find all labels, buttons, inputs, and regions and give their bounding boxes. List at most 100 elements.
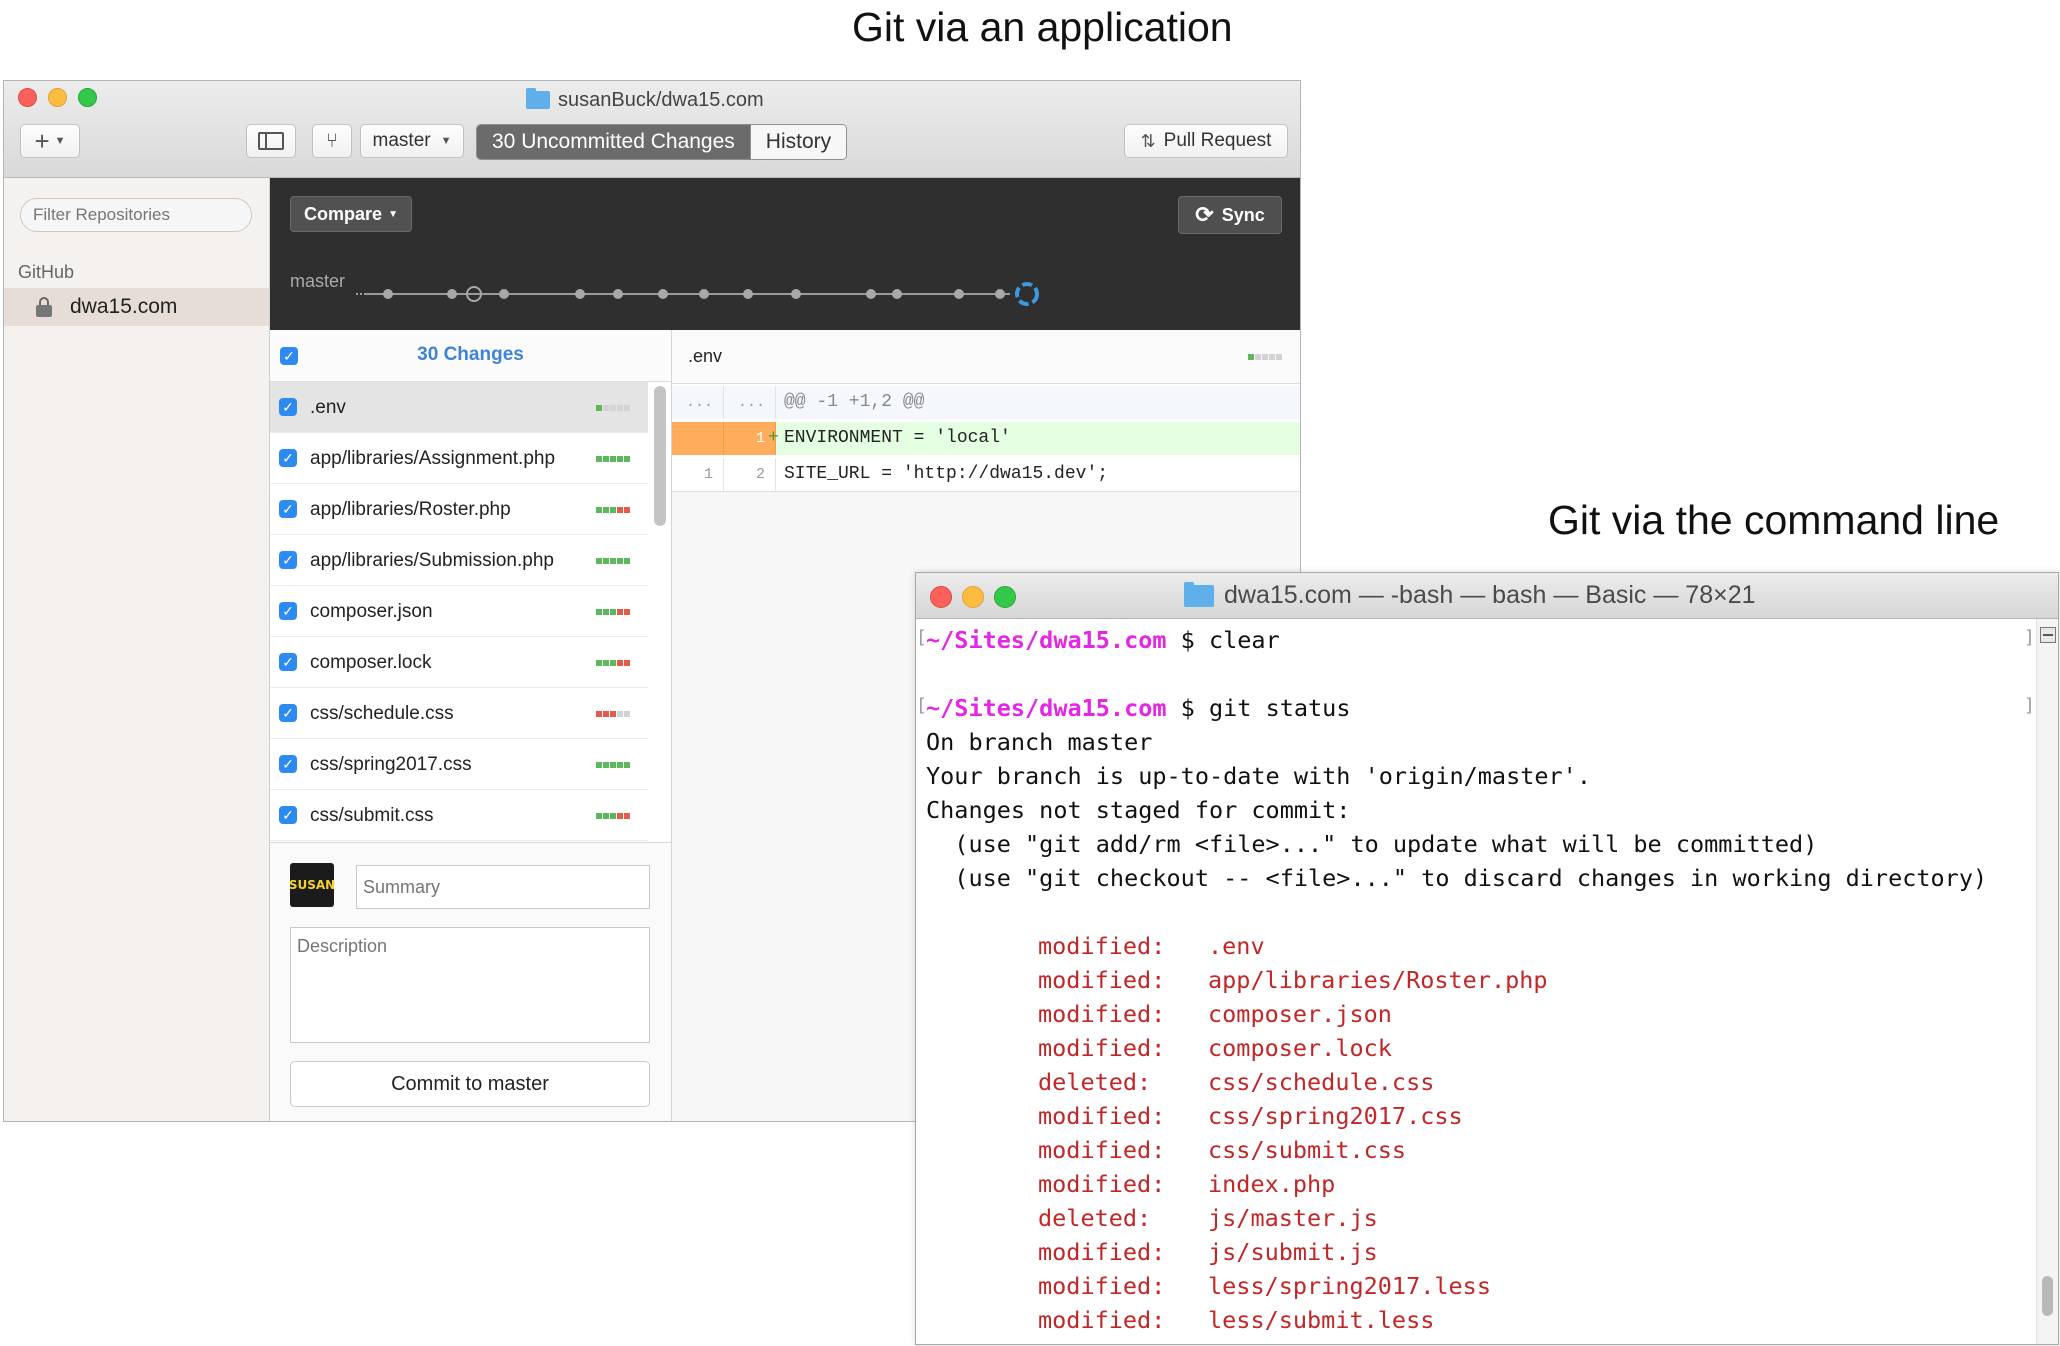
uncommitted-node-icon [1015,282,1039,306]
folder-icon [1184,581,1214,607]
file-checkbox[interactable]: ✓ [279,653,297,671]
commit-dot[interactable] [658,289,668,299]
diff-filename: .env [688,346,723,366]
change-file: composer.lock [1208,1034,1392,1062]
file-checkbox[interactable]: ✓ [279,755,297,773]
timeline-branch-label: master [290,271,346,291]
branch-panel: Compare ▼ ⟳ Sync master [270,178,1300,330]
sync-button[interactable]: ⟳ Sync [1178,196,1282,234]
file-name: composer.json [310,601,433,622]
status-line: deleted: css/schedule.css [926,1065,1434,1099]
commit-dot[interactable] [743,289,753,299]
change-file: css/schedule.css [1208,1068,1435,1096]
commit-dot[interactable] [447,289,457,299]
file-checkbox[interactable]: ✓ [279,551,297,569]
change-file: less/spring2017.less [1208,1272,1491,1300]
output-line: Changes not staged for commit: [926,796,1351,824]
close-window-button[interactable] [18,88,37,107]
file-row[interactable]: ✓ css/spring2017.css [270,739,648,790]
status-line: modified: composer.lock [926,1031,1392,1065]
status-line: modified: less/submit.less [926,1303,1434,1337]
file-row[interactable]: ✓ composer.lock [270,637,648,688]
close-window-button[interactable] [930,586,952,608]
output-line: (use "git checkout -- <file>..." to disc… [926,864,1988,892]
terminal-scrollbar[interactable] [2036,619,2058,1344]
change-file: js/submit.js [1208,1238,1378,1266]
folder-icon [526,88,550,109]
compare-button[interactable]: Compare ▼ [290,196,412,232]
diff-line: 1 + ENVIRONMENT = 'local' [672,422,1300,455]
pull-request-button[interactable]: ⇅ Pull Request [1124,124,1288,158]
commit-dot[interactable] [699,289,709,299]
output-line: (use "git add/rm <file>..." to update wh… [926,830,1818,858]
terminal-window: dwa15.com — -bash — bash — Basic — 78×21… [915,572,2059,1345]
file-checkbox[interactable]: ✓ [279,398,297,416]
diff-code: @@ -1 +1,2 @@ [784,392,925,412]
diff-header: .env [672,330,1300,384]
status-line: modified: css/spring2017.css [926,1099,1463,1133]
zoom-window-button[interactable] [994,586,1016,608]
window-title-text: susanBuck/dwa15.com [558,88,764,111]
terminal-title-text: dwa15.com — -bash — bash — Basic — 78×21 [1224,581,1756,609]
mark-bracket: ] [2024,695,2035,716]
prompt-line: ~/Sites/dwa15.com $ git status [926,691,1350,725]
commit-dot[interactable] [995,289,1005,299]
change-status: deleted: [1038,1204,1152,1232]
change-file: css/submit.css [1208,1136,1407,1164]
change-status: modified: [1038,1238,1166,1266]
file-row[interactable]: ✓ css/schedule.css [270,688,648,739]
change-file: index.php [1208,1170,1336,1198]
minimize-window-button[interactable] [48,88,67,107]
create-branch-button[interactable]: ⑂ [312,124,352,158]
status-line: modified: composer.json [926,997,1392,1031]
file-checkbox[interactable]: ✓ [279,704,297,722]
zoom-window-button[interactable] [78,88,97,107]
file-name: css/submit.css [310,805,434,826]
tab-history[interactable]: History [749,125,847,159]
file-row[interactable]: ✓ app/libraries/Submission.php [270,535,648,586]
split-pane-icon[interactable] [2040,627,2056,643]
branch-selector[interactable]: master ▼ [360,124,464,158]
terminal-output[interactable]: ~/Sites/dwa15.com $ clear[] ~/Sites/dwa15… [916,619,2036,1344]
commit-dot[interactable] [866,289,876,299]
commit-dot[interactable] [499,289,509,299]
changes-header: ✓ 30 Changes [270,330,671,382]
commit-dot[interactable] [383,289,393,299]
filter-repositories-input[interactable] [20,198,252,232]
sidebar-section-github: GitHub [18,262,75,282]
commit-summary-input[interactable] [356,865,650,909]
file-row[interactable]: ✓ composer.json [270,586,648,637]
file-row[interactable]: ✓ app/libraries/Roster.php [270,484,648,535]
diff-stat-icon [596,711,630,717]
file-checkbox[interactable]: ✓ [279,500,297,518]
sidebar-item-dwa15[interactable]: dwa15.com [4,288,269,326]
diff-line: ...... @@ -1 +1,2 @@ [672,386,1300,419]
change-status: modified: [1038,1000,1166,1028]
status-line: modified: .env [926,929,1265,963]
file-row[interactable]: ✓ .env [270,382,648,433]
commit-dot[interactable] [613,289,623,299]
file-list-scrollbar[interactable] [654,386,666,526]
tab-uncommitted-changes[interactable]: 30 Uncommitted Changes [477,125,750,159]
commit-dot[interactable] [791,289,801,299]
commit-dot[interactable] [892,289,902,299]
change-status: modified: [1038,1170,1166,1198]
pull-request-icon: ⇅ [1140,130,1156,151]
commit-dot[interactable] [954,289,964,299]
commit-button[interactable]: Commit to master [290,1061,650,1107]
toggle-sidebar-button[interactable] [246,124,296,158]
commit-description-input[interactable] [290,927,650,1043]
change-status: deleted: [1038,1068,1152,1096]
file-row[interactable]: ✓ app/libraries/Assignment.php [270,433,648,484]
file-checkbox[interactable]: ✓ [279,806,297,824]
file-row[interactable]: ✓ css/submit.css [270,790,648,841]
change-status: modified: [1038,1102,1166,1130]
view-tabs: 30 Uncommitted Changes History [476,124,848,160]
file-checkbox[interactable]: ✓ [279,449,297,467]
file-checkbox[interactable]: ✓ [279,602,297,620]
terminal-scroll-thumb[interactable] [2042,1276,2053,1316]
diff-stat-icon [596,507,630,513]
commit-dot[interactable] [575,289,585,299]
add-repository-button[interactable]: + ▼ [20,124,80,158]
minimize-window-button[interactable] [962,586,984,608]
